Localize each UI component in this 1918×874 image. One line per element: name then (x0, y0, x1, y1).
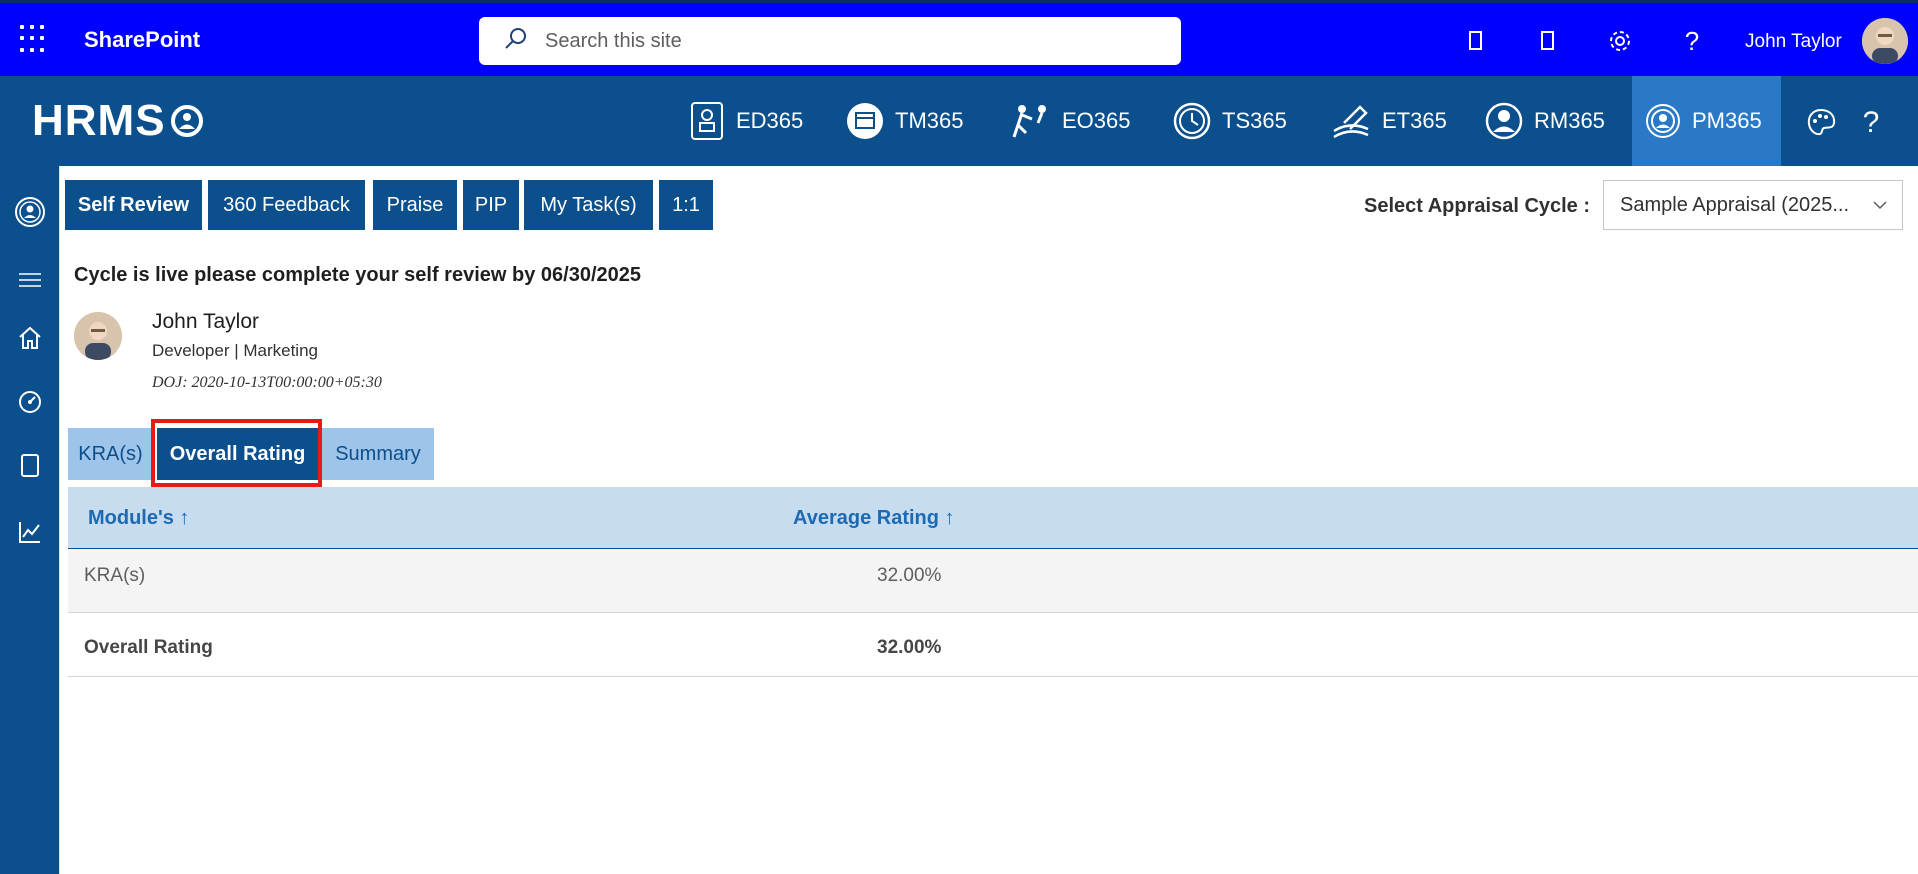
expense-icon (1333, 105, 1369, 139)
module-label: TS365 (1222, 108, 1287, 133)
device-icon[interactable] (1534, 27, 1562, 55)
help-icon[interactable]: ? (1678, 26, 1706, 56)
employee-role: Developer | Marketing (152, 341, 318, 360)
theme-palette-icon[interactable] (1804, 106, 1838, 140)
module-label: ED365 (736, 108, 804, 133)
directory-icon (691, 102, 723, 140)
user-avatar[interactable] (1862, 18, 1908, 64)
module-ed365[interactable]: ED365 (676, 76, 815, 166)
module-rm365[interactable]: RM365 (1472, 76, 1617, 166)
chevron-down-icon (1873, 201, 1887, 210)
dashboard-gauge-icon[interactable] (14, 386, 46, 418)
table-header: Module's ↑ Average Rating ↑ (68, 487, 1918, 549)
tablet-icon[interactable] (1462, 27, 1490, 55)
recruit-icon (1485, 102, 1523, 140)
hrms-logo-text: HRMS (32, 96, 166, 145)
tab-pip[interactable]: PIP (463, 180, 519, 230)
subtab-kras[interactable]: KRA(s) (68, 428, 153, 480)
tab-360-feedback[interactable]: 360 Feedback (208, 180, 365, 230)
table-total-row: Overall Rating 32.00% (68, 613, 1918, 677)
table-row[interactable]: KRA(s) 32.00% (68, 549, 1918, 613)
tab-praise[interactable]: Praise (373, 180, 457, 230)
appraisal-cycle-dropdown[interactable]: Sample Appraisal (2025... (1603, 180, 1903, 230)
module-et365[interactable]: ET365 (1318, 76, 1459, 166)
clock-icon (1173, 102, 1211, 140)
employee-avatar (74, 312, 122, 360)
hrms-help-icon[interactable]: ? (1854, 106, 1888, 140)
hrms-logo-icon (170, 105, 203, 137)
tab-my-tasks[interactable]: My Task(s) (524, 180, 653, 230)
module-eo365[interactable]: EO365 (998, 76, 1143, 166)
onboarding-icon (1012, 105, 1046, 138)
home-icon[interactable] (14, 322, 46, 354)
module-label: RM365 (1534, 108, 1605, 133)
module-tm365[interactable]: TM365 (833, 76, 975, 166)
sharepoint-title[interactable]: SharePoint (84, 27, 200, 53)
search-icon (503, 26, 533, 57)
analytics-chart-icon[interactable] (14, 516, 46, 548)
appraisal-cycle-value: Sample Appraisal (2025... (1620, 193, 1850, 216)
search-box[interactable] (479, 17, 1181, 65)
cycle-notice: Cycle is live please complete your self … (74, 264, 641, 286)
column-header-modules[interactable]: Module's ↑ (88, 507, 189, 530)
module-label: TM365 (895, 108, 964, 133)
column-header-average-rating[interactable]: Average Rating ↑ (793, 507, 955, 530)
module-ts365[interactable]: TS365 (1160, 76, 1299, 166)
menu-icon[interactable] (14, 264, 46, 296)
left-rail (0, 166, 60, 874)
subtab-summary[interactable]: Summary (322, 428, 434, 480)
module-pm365[interactable]: PM365 (1632, 76, 1781, 166)
module-label: EO365 (1062, 108, 1131, 133)
tab-one-on-one[interactable]: 1:1 (659, 180, 713, 230)
module-label: ET365 (1382, 108, 1447, 133)
document-icon[interactable] (14, 450, 46, 482)
hrms-navbar: HRMS ED365 TM365 EO365 TS365 ET365 RM365 (0, 76, 1918, 166)
profile-icon[interactable] (14, 196, 46, 228)
user-name[interactable]: John Taylor (1745, 31, 1842, 53)
module-label: PM365 (1692, 108, 1762, 133)
subtab-overall-rating[interactable]: Overall Rating (157, 428, 318, 480)
tab-self-review[interactable]: Self Review (65, 180, 202, 230)
cell-module: KRA(s) (84, 565, 146, 586)
settings-gear-icon[interactable] (1606, 27, 1634, 55)
ratings-table: Module's ↑ Average Rating ↑ KRA(s) 32.00… (68, 487, 1918, 677)
app-root: SharePoint ? John Taylor HRMS (0, 0, 1918, 874)
app-launcher-icon[interactable] (20, 25, 48, 53)
employee-name: John Taylor (152, 310, 260, 333)
total-label: Overall Rating (84, 637, 213, 658)
hrms-logo[interactable]: HRMS (32, 96, 204, 146)
sharepoint-header: SharePoint ? John Taylor (0, 0, 1918, 76)
total-rating: 32.00% (877, 637, 942, 658)
search-input[interactable] (545, 29, 1105, 53)
performance-icon (1646, 104, 1680, 138)
cell-rating: 32.00% (877, 565, 942, 586)
appraisal-cycle-label: Select Appraisal Cycle : (1364, 195, 1591, 217)
employee-doj: DOJ: 2020-10-13T00:00:00+05:30 (152, 374, 382, 391)
calendar-icon (847, 103, 883, 139)
